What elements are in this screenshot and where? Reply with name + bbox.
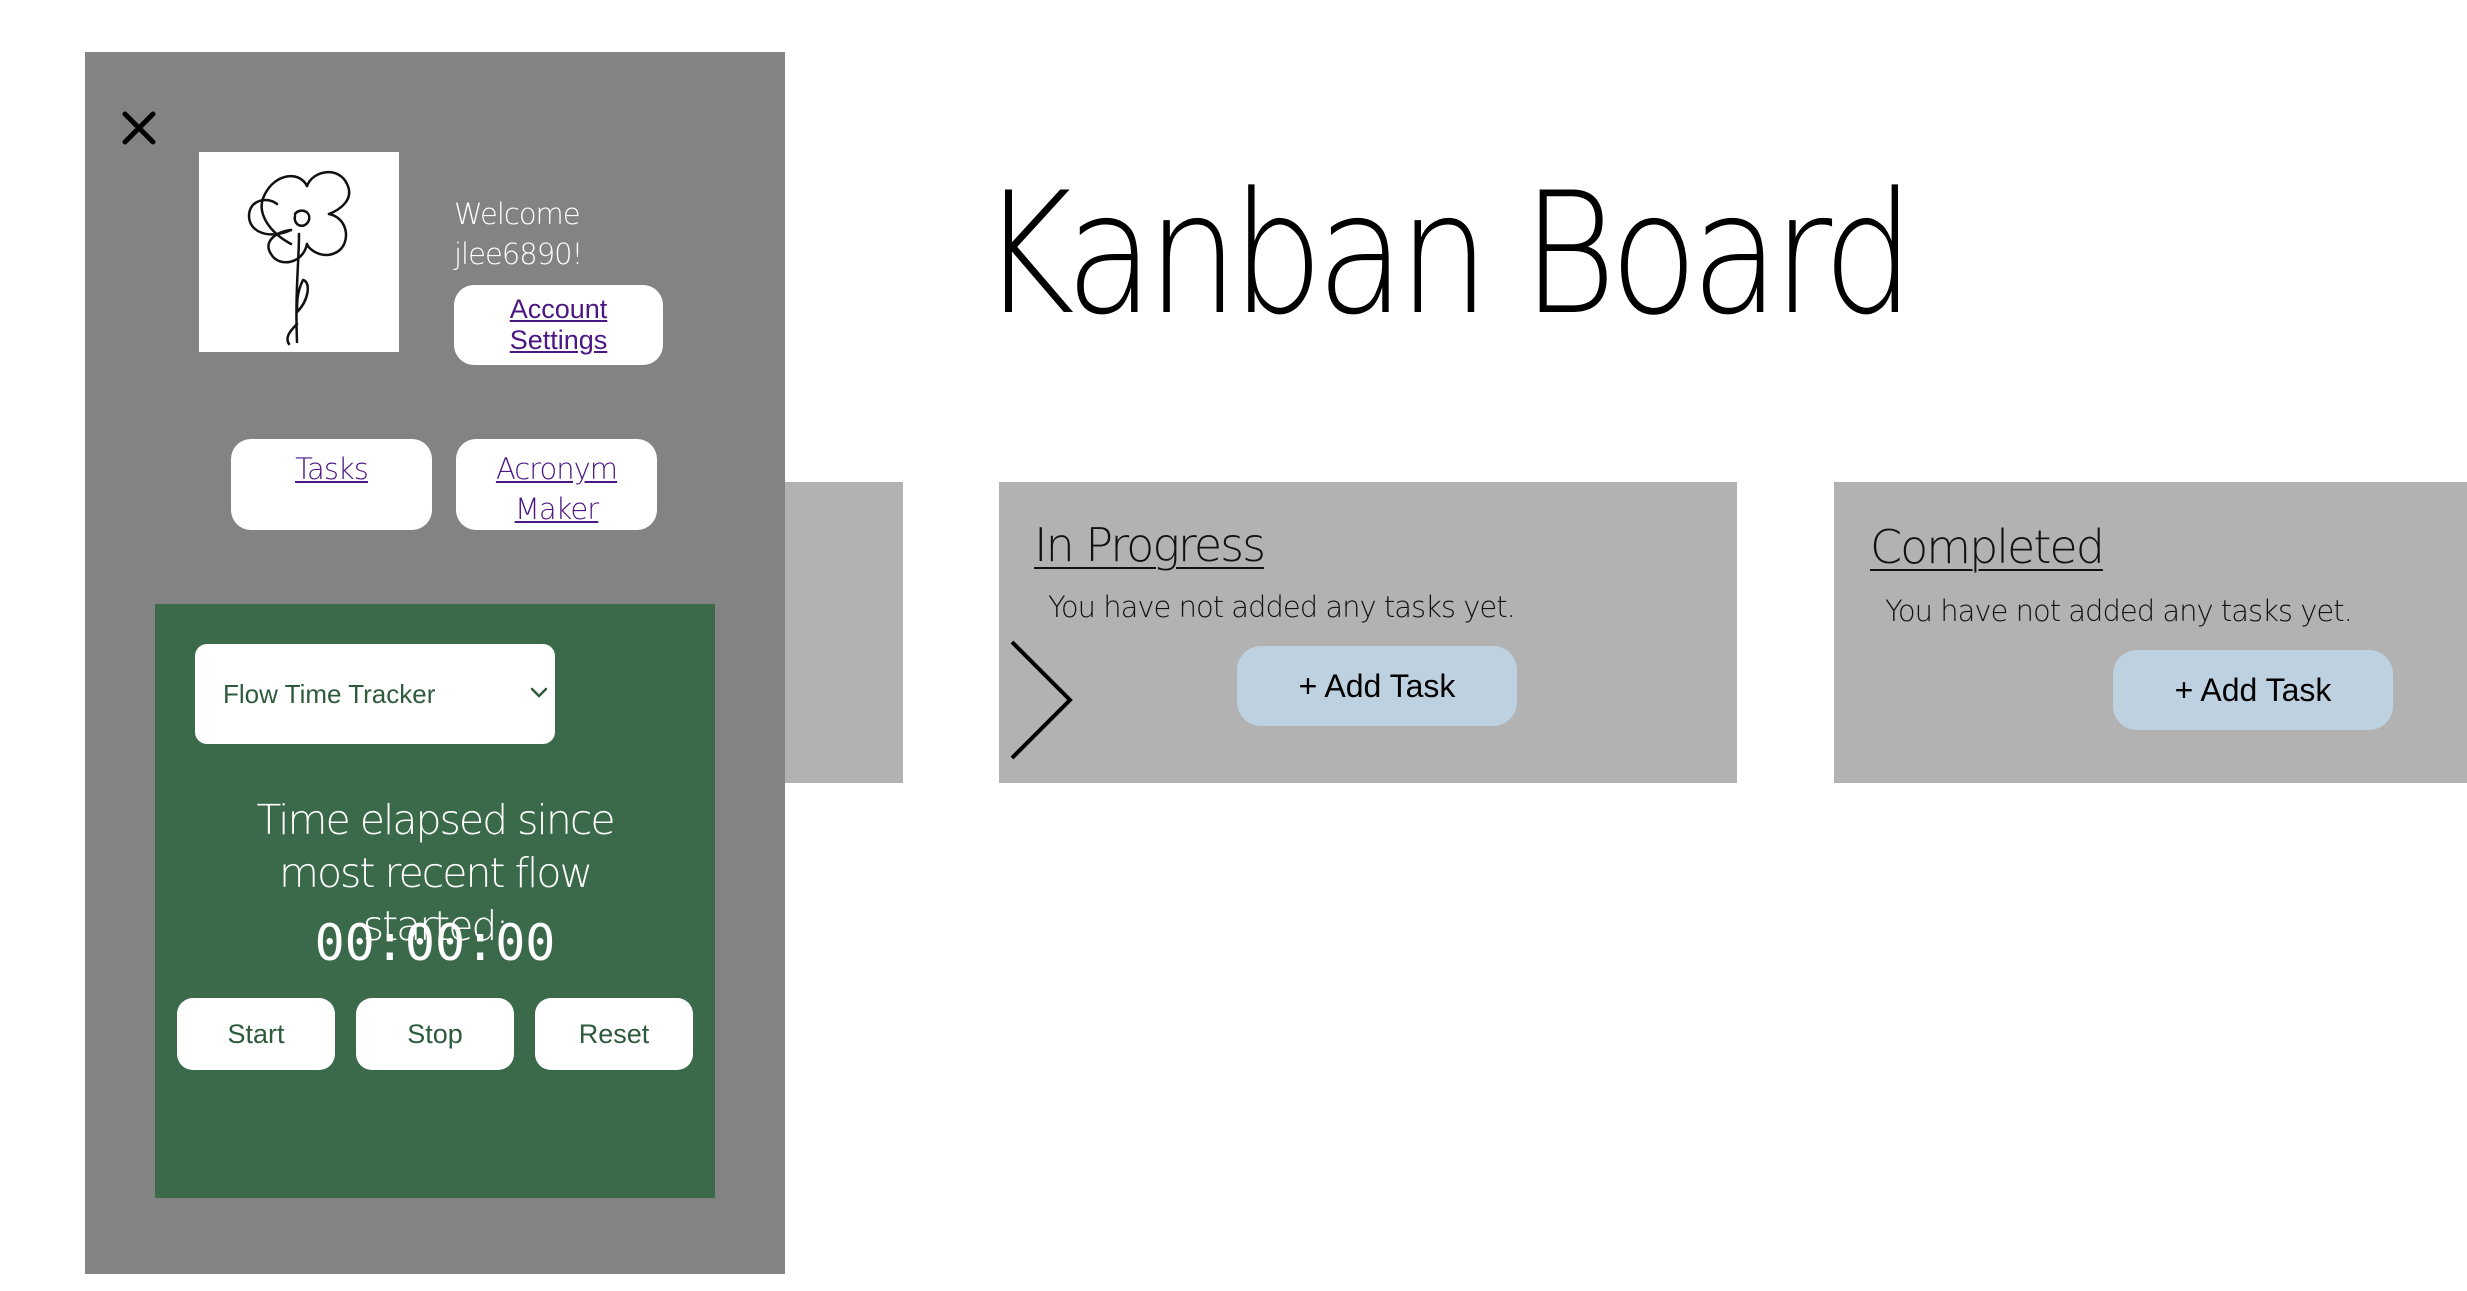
- tracker-select-value: Flow Time Tracker: [223, 678, 436, 709]
- close-icon[interactable]: [121, 110, 157, 146]
- page-title: Kanban Board: [980, 156, 1914, 352]
- tracker-select[interactable]: Flow Time Tracker: [195, 644, 555, 744]
- elapsed-time: 00:00:00: [314, 914, 556, 972]
- nav-tasks-label: Tasks: [295, 452, 369, 486]
- page: Kanban Board In Progress You have not ad…: [0, 0, 2467, 1291]
- sidebar: Welcome jlee6890! Account Settings Tasks…: [85, 52, 785, 1274]
- flow-time-tracker: Flow Time Tracker Time elapsed since mos…: [155, 604, 715, 1198]
- chevron-down-icon: [530, 687, 548, 698]
- chevron-right-icon[interactable]: [1008, 640, 1078, 760]
- empty-message: You have not added any tasks yet.: [1048, 590, 1516, 624]
- empty-message: You have not added any tasks yet.: [1885, 594, 2353, 628]
- avatar: [199, 152, 399, 352]
- column-in-progress: In Progress You have not added any tasks…: [999, 482, 1737, 783]
- account-settings-link[interactable]: Account Settings: [454, 285, 663, 365]
- nav-tasks-link[interactable]: Tasks: [231, 439, 432, 530]
- nav-acronym-maker-link[interactable]: Acronym Maker: [456, 439, 657, 530]
- add-task-button[interactable]: + Add Task: [1237, 646, 1517, 726]
- add-task-button[interactable]: + Add Task: [2113, 650, 2393, 730]
- nav-acronym-maker-label: Acronym Maker: [495, 452, 618, 526]
- stop-button[interactable]: Stop: [356, 998, 514, 1070]
- welcome-text: Welcome jlee6890!: [454, 194, 654, 274]
- reset-button[interactable]: Reset: [535, 998, 693, 1070]
- flower-icon: [247, 171, 351, 346]
- column-title: Completed: [1870, 520, 2105, 574]
- welcome-label: Welcome: [454, 197, 581, 231]
- start-button[interactable]: Start: [177, 998, 335, 1070]
- column-completed: Completed You have not added any tasks y…: [1834, 482, 2467, 783]
- username: jlee6890!: [454, 237, 583, 271]
- column-title: In Progress: [1034, 518, 1266, 572]
